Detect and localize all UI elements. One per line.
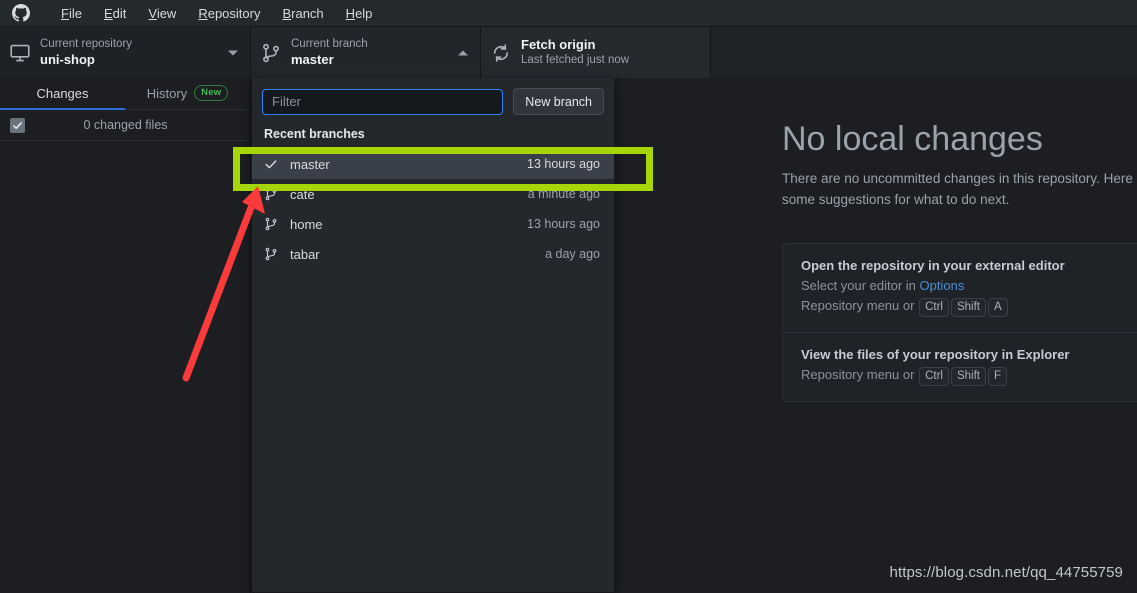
branch-list-item-tabar[interactable]: tabar a day ago	[252, 239, 614, 269]
branch-dropdown-header: New branch	[252, 78, 614, 124]
kbd-shift: Shift	[950, 297, 986, 317]
menu-repository-rest: epository	[207, 5, 261, 21]
fetch-origin-text: Fetch origin Last fetched just now	[521, 37, 629, 68]
history-new-badge: New	[194, 85, 229, 101]
current-branch-button[interactable]: Current branch master	[251, 27, 481, 78]
suggestion-view-in-explorer[interactable]: View the files of your repository in Exp…	[782, 332, 1137, 402]
menu-repository-accesskey: R	[198, 5, 208, 21]
new-branch-button[interactable]: New branch	[513, 88, 604, 115]
branch-name: tabar	[290, 246, 320, 262]
recent-branches-heading: Recent branches	[264, 127, 365, 141]
suggestion-editor-prefix: Select your editor in	[801, 277, 920, 293]
git-branch-icon	[263, 43, 279, 62]
desktop-monitor-icon	[10, 44, 30, 61]
current-branch-text: Current branch master	[291, 37, 368, 68]
menu-file-rest: ile	[68, 5, 82, 21]
current-repository-text: Current repository uni-shop	[40, 37, 132, 68]
menu-item-view[interactable]: View	[137, 0, 187, 27]
branch-name: home	[290, 216, 323, 232]
tab-history[interactable]: History New	[125, 78, 250, 110]
github-desktop-window: File Edit View Repository Branch Help Cu…	[0, 0, 1137, 593]
fetch-origin-button[interactable]: Fetch origin Last fetched just now	[481, 27, 711, 78]
suggestion-editor-hint-prefix: Repository menu or	[801, 297, 919, 313]
kbd-shift: Shift	[950, 366, 986, 386]
changed-files-summary: 0 changed files	[0, 110, 250, 141]
suggestion-title: View the files of your repository in Exp…	[801, 346, 1070, 362]
branch-list-item-master[interactable]: master 13 hours ago	[252, 149, 614, 179]
menu-branch-accesskey: B	[282, 5, 292, 21]
branch-time: a day ago	[545, 247, 600, 261]
menu-file-accesskey: F	[61, 5, 69, 21]
menu-item-repository[interactable]: Repository	[187, 0, 271, 27]
branch-dropdown-panel: New branch Recent branches master 13 hou…	[251, 78, 615, 593]
github-mark-icon	[12, 4, 30, 22]
select-all-checkbox[interactable]	[10, 117, 25, 133]
kbd-a: A	[987, 297, 1008, 317]
page-subtitle: There are no uncommitted changes in this…	[782, 171, 1137, 208]
current-repository-value: uni-shop	[40, 51, 95, 67]
suggestion-explorer-shortcut: Repository menu or Ctrl Shift F	[801, 366, 1137, 386]
branch-time: 13 hours ago	[527, 217, 600, 231]
menu-item-branch[interactable]: Branch	[271, 0, 334, 27]
menu-help-accesskey: H	[345, 5, 356, 21]
tab-changes[interactable]: Changes	[0, 78, 125, 110]
menu-view-accesskey: V	[148, 5, 157, 21]
menu-item-edit[interactable]: Edit	[93, 0, 137, 27]
sync-refresh-icon	[493, 43, 509, 62]
branch-time: a minute ago	[527, 187, 600, 201]
chevron-down-icon	[228, 50, 238, 55]
branch-filter-input[interactable]	[262, 88, 504, 115]
branch-name: cate	[290, 186, 315, 202]
suggestion-open-external-editor[interactable]: Open the repository in your external edi…	[782, 242, 1137, 333]
toolbar-spacer	[711, 27, 1137, 78]
menu-item-help[interactable]: Help	[335, 0, 384, 27]
options-link[interactable]: Options	[920, 278, 965, 293]
toolbar: Current repository uni-shop Current bran…	[0, 27, 1137, 78]
kbd-f: F	[987, 366, 1007, 386]
fetch-origin-subtitle: Last fetched just now	[521, 54, 630, 67]
current-branch-label: Current branch	[291, 38, 368, 51]
branch-name: master	[290, 156, 330, 172]
branch-list-item-home[interactable]: home 13 hours ago	[252, 209, 614, 239]
suggestion-explorer-hint-prefix: Repository menu or	[801, 366, 919, 382]
menu-branch-rest: ranch	[291, 5, 324, 21]
checkmark-icon	[13, 121, 22, 129]
tab-changes-label: Changes	[36, 85, 89, 101]
menu-item-file[interactable]: File	[50, 0, 93, 27]
menu-help-rest: elp	[355, 5, 373, 21]
kbd-ctrl: Ctrl	[919, 297, 949, 317]
tab-history-label: History	[146, 85, 188, 101]
sidebar-tabbar: Changes History New	[0, 78, 250, 110]
menu-edit-accesskey: E	[103, 5, 113, 21]
arrow-annotation	[182, 186, 265, 382]
branch-list-item-cate[interactable]: cate a minute ago	[252, 179, 614, 209]
suggestion-list: Open the repository in your external edi…	[782, 242, 1137, 402]
changed-files-label: 0 changed files	[83, 118, 168, 132]
menu-view-rest: iew	[156, 5, 177, 21]
current-branch-value: master	[291, 51, 334, 67]
current-repository-label: Current repository	[40, 38, 133, 51]
watermark-url: https://blog.csdn.net/qq_44755759	[889, 564, 1123, 581]
suggestion-editor-shortcut: Repository menu or Ctrl Shift A	[801, 297, 1137, 317]
menu-edit-rest: dit	[112, 5, 127, 21]
suggestion-editor-line: Select your editor in Options	[801, 278, 1137, 293]
branch-time: 13 hours ago	[527, 157, 600, 171]
menu-bar: File Edit View Repository Branch Help	[0, 0, 1137, 27]
chevron-up-icon	[458, 50, 468, 55]
current-repository-button[interactable]: Current repository uni-shop	[0, 27, 251, 78]
page-title: No local changes	[782, 120, 1043, 158]
fetch-origin-title: Fetch origin	[521, 37, 596, 53]
suggestion-title: Open the repository in your external edi…	[801, 257, 1065, 273]
kbd-ctrl: Ctrl	[919, 366, 949, 386]
checkmark-icon	[264, 157, 280, 171]
